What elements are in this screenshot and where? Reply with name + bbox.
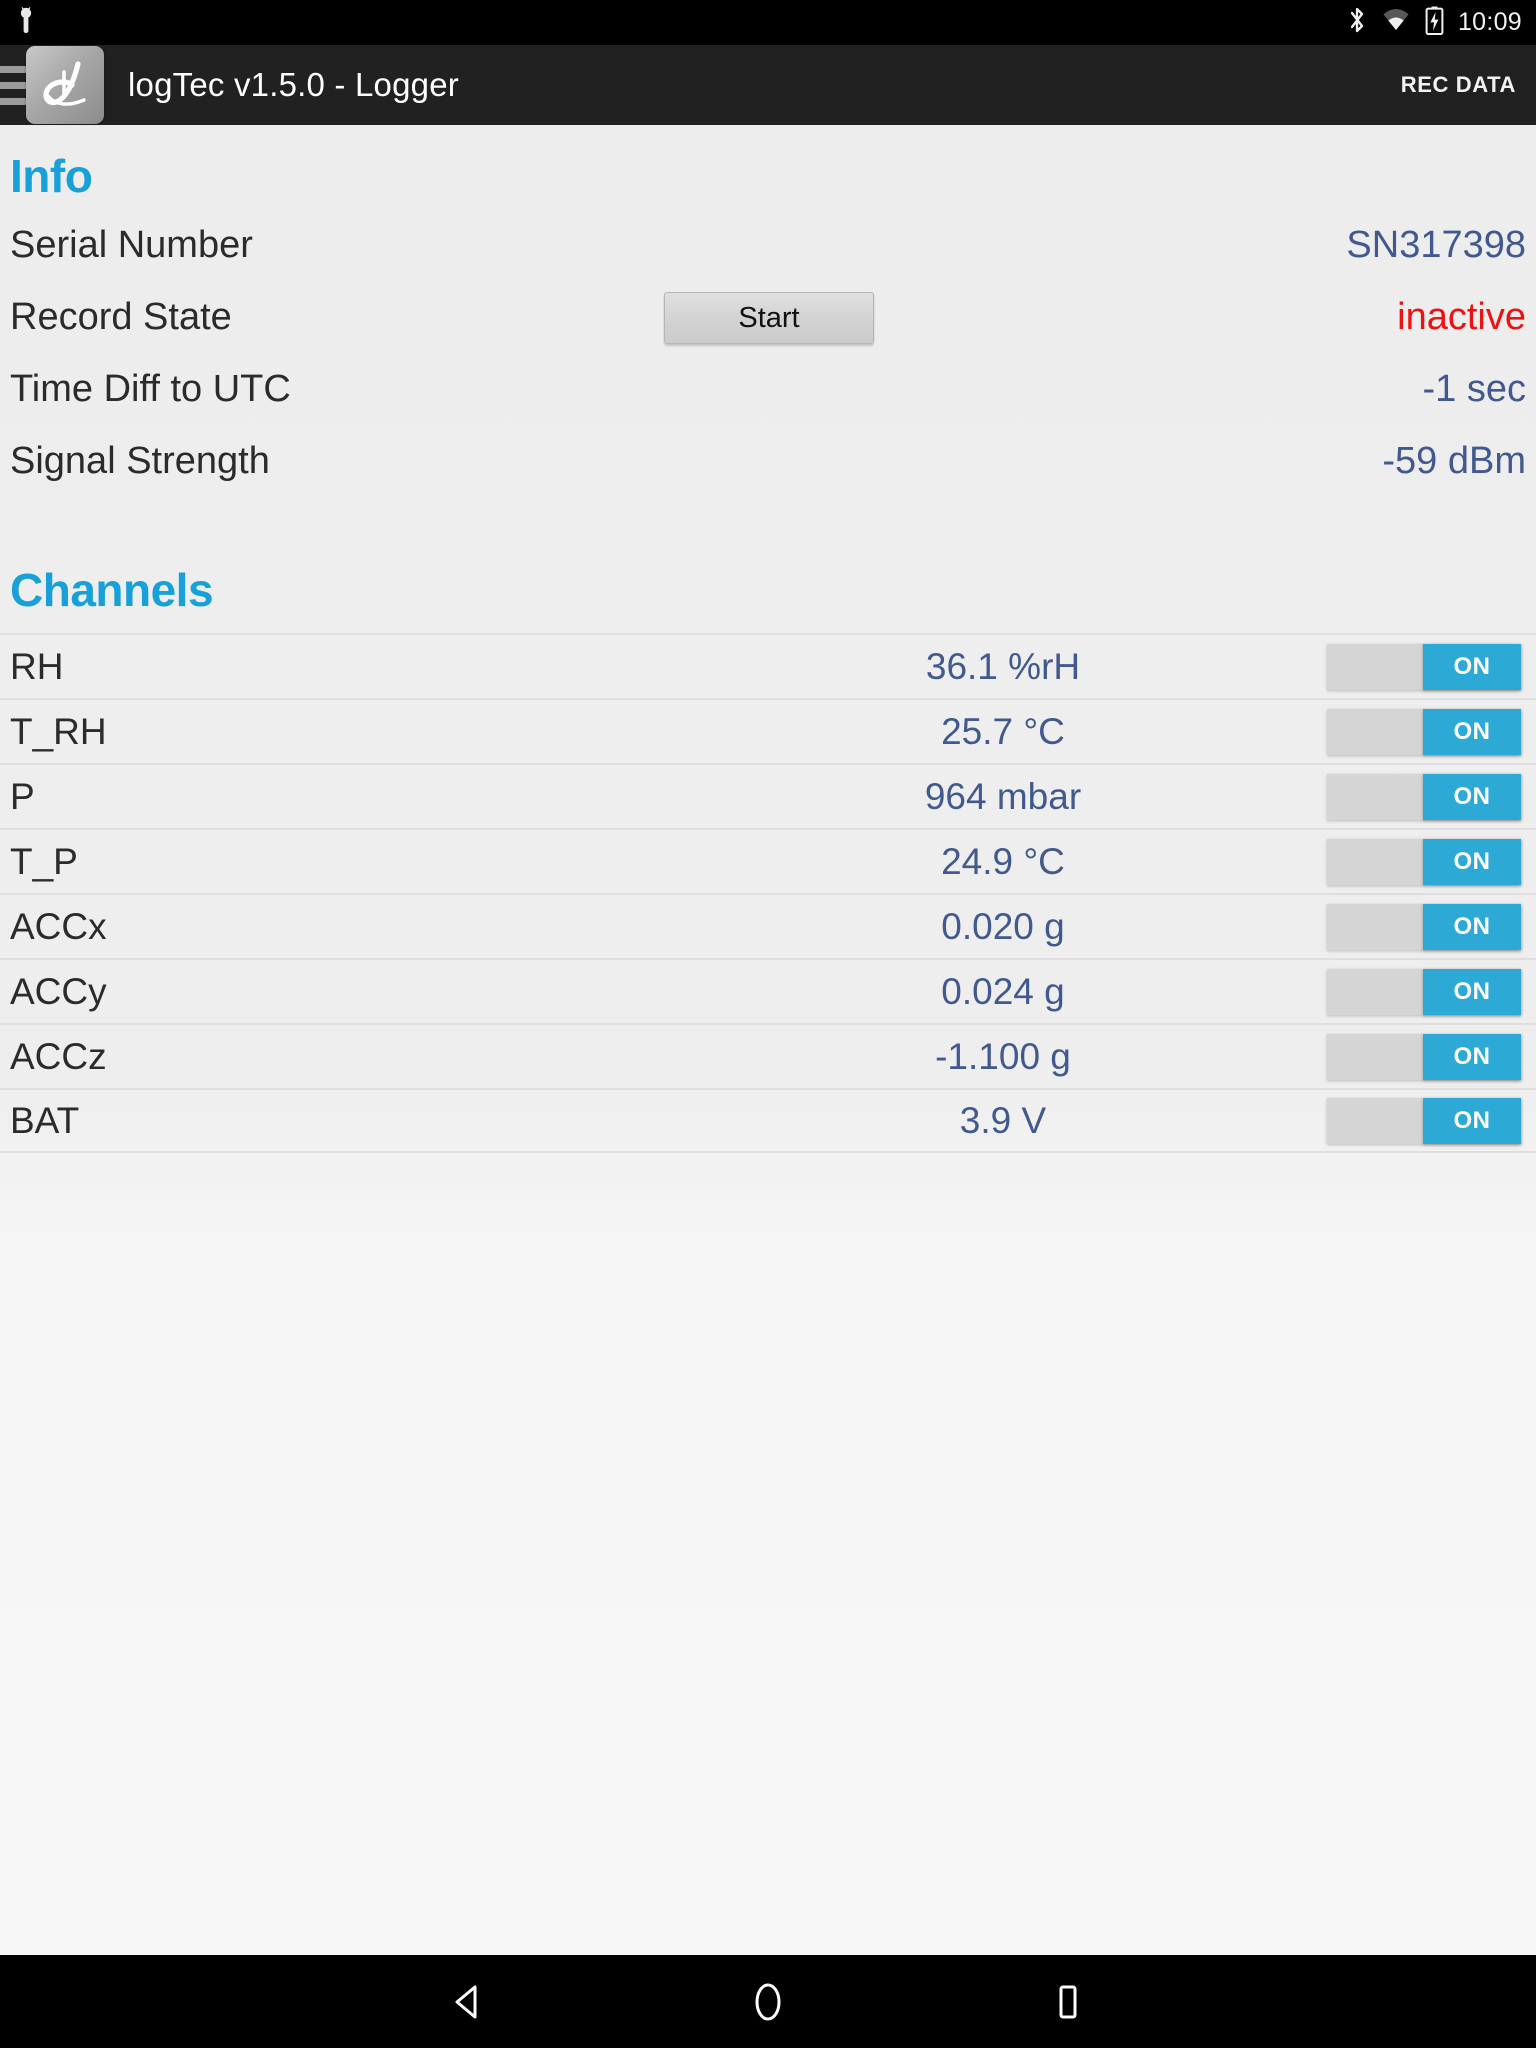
- channel-toggle-label: ON: [1423, 968, 1521, 1015]
- channel-toggle[interactable]: ON: [1327, 1097, 1521, 1144]
- channel-name: ACCy: [10, 970, 107, 1012]
- app-title: logTec v1.5.0 - Logger: [128, 66, 459, 103]
- channel-toggle[interactable]: ON: [1327, 708, 1521, 755]
- channel-toggle[interactable]: ON: [1327, 903, 1521, 950]
- channel-row-t-rh[interactable]: T_RH 25.7 °C ON: [0, 698, 1536, 763]
- channels-section-title: Channels: [10, 564, 214, 616]
- channel-name: ACCx: [10, 905, 107, 947]
- info-value: -59 dBm: [1382, 439, 1526, 482]
- info-row-serial-number: Serial Number SN317398: [0, 209, 1536, 281]
- app-bar: logTec v1.5.0 - Logger REC DATA: [0, 45, 1536, 125]
- channel-row-bat[interactable]: BAT 3.9 V ON: [0, 1088, 1536, 1153]
- battery-charging-icon: [1425, 6, 1444, 40]
- info-label: Time Diff to UTC: [10, 367, 291, 410]
- channel-row-t-p[interactable]: T_P 24.9 °C ON: [0, 828, 1536, 893]
- channel-toggle-label: ON: [1423, 773, 1521, 820]
- channel-row-accx[interactable]: ACCx 0.020 g ON: [0, 893, 1536, 958]
- channel-toggle[interactable]: ON: [1327, 643, 1521, 690]
- channel-toggle-label: ON: [1423, 838, 1521, 885]
- channel-name: ACCz: [10, 1035, 107, 1077]
- status-bar-notifications: [14, 6, 38, 39]
- channel-name: P: [10, 775, 35, 817]
- bluetooth-icon: [1347, 5, 1367, 40]
- channel-toggle[interactable]: ON: [1327, 838, 1521, 885]
- info-row-record-state: Record State Start inactive: [0, 281, 1536, 353]
- start-button[interactable]: Start: [664, 292, 874, 344]
- info-row-time-diff-utc: Time Diff to UTC -1 sec: [0, 353, 1536, 425]
- android-robot-icon: [14, 6, 38, 39]
- recents-square-icon[interactable]: [1033, 1967, 1103, 2037]
- channel-name: BAT: [10, 1099, 80, 1141]
- wifi-icon: [1381, 8, 1411, 37]
- info-value: SN317398: [1346, 223, 1526, 266]
- navigation-bar: [0, 1955, 1536, 2048]
- channel-toggle-label: ON: [1423, 643, 1521, 690]
- logtec-logo-icon[interactable]: [26, 46, 104, 124]
- channel-row-accy[interactable]: ACCy 0.024 g ON: [0, 958, 1536, 1023]
- main-content: Info Serial Number SN317398 Record State…: [0, 125, 1536, 1955]
- channel-toggle-label: ON: [1423, 1097, 1521, 1144]
- channel-row-accz[interactable]: ACCz -1.100 g ON: [0, 1023, 1536, 1088]
- back-triangle-icon[interactable]: [433, 1967, 503, 2037]
- record-state-value: inactive: [1397, 295, 1526, 338]
- rec-data-button[interactable]: REC DATA: [1401, 72, 1516, 98]
- channel-toggle[interactable]: ON: [1327, 773, 1521, 820]
- status-bar-clock: 10:09: [1457, 8, 1522, 36]
- status-bar: 10:09: [0, 0, 1536, 45]
- channel-toggle-label: ON: [1423, 903, 1521, 950]
- channel-toggle[interactable]: ON: [1327, 968, 1521, 1015]
- hamburger-menu-icon[interactable]: [0, 65, 26, 105]
- status-bar-system-icons: 10:09: [1347, 5, 1522, 40]
- channel-row-p[interactable]: P 964 mbar ON: [0, 763, 1536, 828]
- channels-list: RH 36.1 %rH ON T_RH 25.7 °C ON P 964 mba…: [0, 633, 1536, 1153]
- info-row-signal-strength: Signal Strength -59 dBm: [0, 425, 1536, 497]
- phone-screen: 10:09 logTec v1.5.0 - Logger REC DATA In…: [0, 0, 1536, 2048]
- channel-toggle-label: ON: [1423, 708, 1521, 755]
- channel-row-rh[interactable]: RH 36.1 %rH ON: [0, 633, 1536, 698]
- info-value: -1 sec: [1422, 367, 1526, 410]
- home-circle-icon[interactable]: [733, 1967, 803, 2037]
- info-label: Serial Number: [10, 223, 253, 266]
- info-label: Signal Strength: [10, 439, 270, 482]
- channel-name: T_RH: [10, 710, 107, 752]
- channel-name: T_P: [10, 840, 78, 882]
- channel-toggle[interactable]: ON: [1327, 1033, 1521, 1080]
- info-label: Record State: [10, 295, 232, 338]
- info-section-title: Info: [10, 150, 93, 202]
- channel-toggle-label: ON: [1423, 1033, 1521, 1080]
- channel-name: RH: [10, 645, 64, 687]
